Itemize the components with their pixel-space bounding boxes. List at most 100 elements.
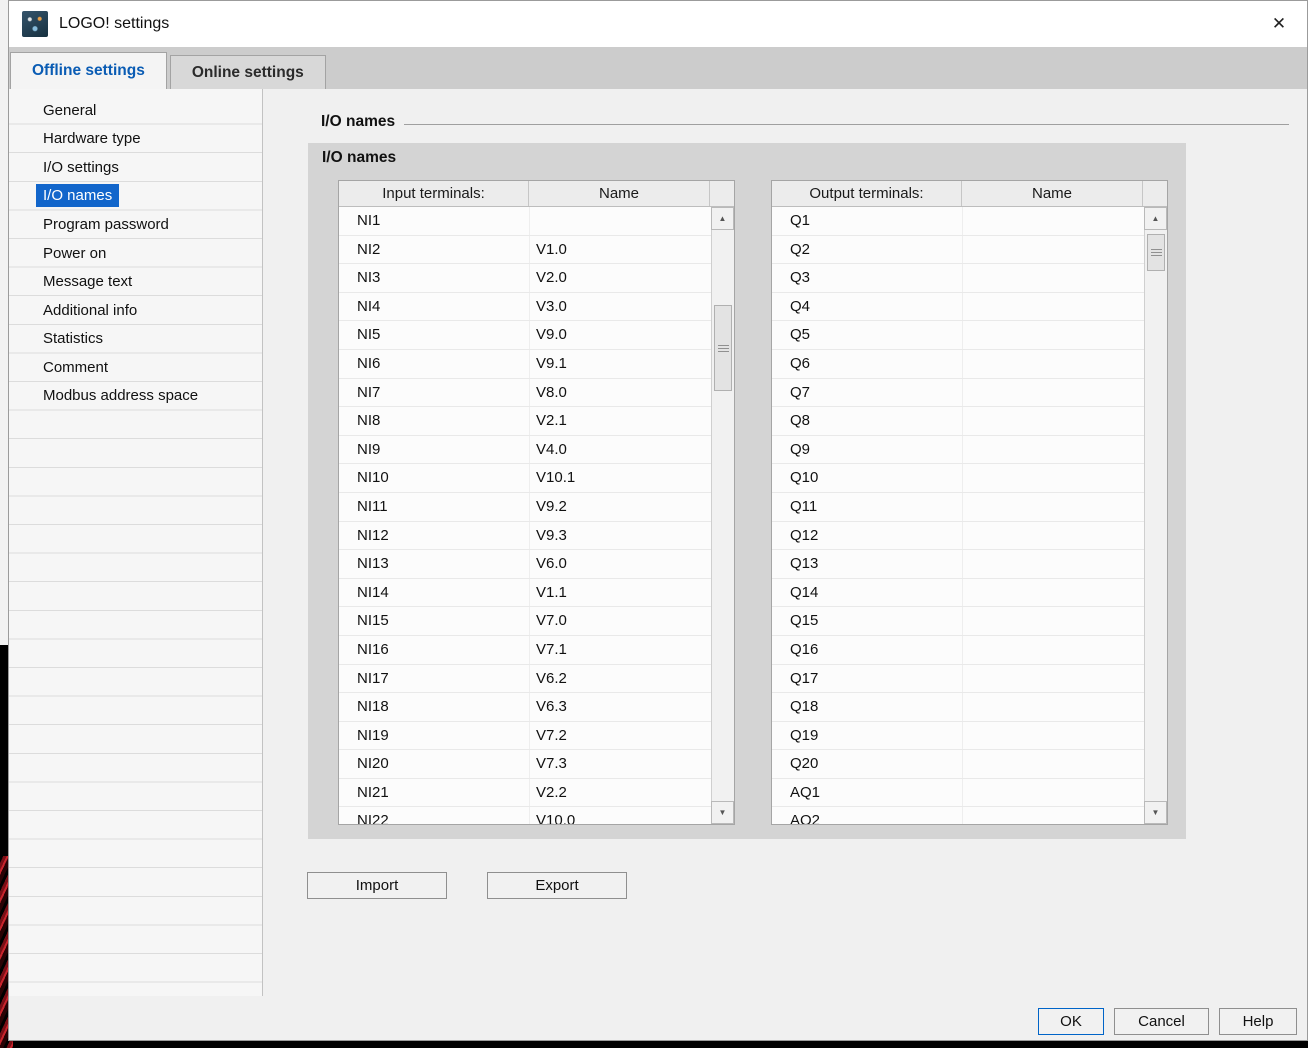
terminal-cell[interactable]: Q3 [772,264,962,292]
sidebar-item-program-password[interactable]: Program password [9,210,262,239]
name-cell[interactable] [962,636,1144,664]
name-cell[interactable]: V2.0 [529,264,711,292]
terminal-cell[interactable]: NI15 [339,607,529,635]
terminal-cell[interactable]: AQ2 [772,807,962,824]
terminal-cell[interactable]: Q5 [772,321,962,349]
name-cell[interactable]: V9.3 [529,522,711,550]
table-row[interactable]: NI1 [339,207,711,236]
name-cell[interactable]: V9.0 [529,321,711,349]
name-cell[interactable] [962,264,1144,292]
scroll-down-icon[interactable]: ▼ [711,801,734,824]
scroll-up-icon[interactable]: ▲ [711,207,734,230]
terminal-cell[interactable]: NI2 [339,236,529,264]
scroll-up-icon[interactable]: ▲ [1144,207,1167,230]
terminal-cell[interactable]: NI13 [339,550,529,578]
name-cell[interactable]: V8.0 [529,379,711,407]
tab-offline-settings[interactable]: Offline settings [10,52,167,89]
terminal-cell[interactable]: Q13 [772,550,962,578]
terminal-cell[interactable]: NI1 [339,207,529,235]
table-row[interactable]: NI14V1.1 [339,579,711,608]
terminal-cell[interactable]: Q14 [772,579,962,607]
table-row[interactable]: Q6 [772,350,1144,379]
table-row[interactable]: NI16V7.1 [339,636,711,665]
table-row[interactable]: NI21V2.2 [339,779,711,808]
table-row[interactable]: NI19V7.2 [339,722,711,751]
sidebar-item-comment[interactable]: Comment [9,353,262,382]
terminal-cell[interactable]: NI10 [339,464,529,492]
sidebar-item-modbus-address-space[interactable]: Modbus address space [9,382,262,411]
name-cell[interactable]: V9.2 [529,493,711,521]
name-cell[interactable] [962,550,1144,578]
sidebar-item-additional-info[interactable]: Additional info [9,296,262,325]
terminal-cell[interactable]: NI22 [339,807,529,824]
name-cell[interactable]: V2.1 [529,407,711,435]
terminal-cell[interactable]: NI4 [339,293,529,321]
name-cell[interactable]: V7.3 [529,750,711,778]
name-cell[interactable] [962,522,1144,550]
terminal-cell[interactable]: Q15 [772,607,962,635]
name-cell[interactable]: V1.0 [529,236,711,264]
terminal-cell[interactable]: NI5 [339,321,529,349]
name-cell[interactable] [962,293,1144,321]
terminal-cell[interactable]: Q6 [772,350,962,378]
table-row[interactable]: NI6V9.1 [339,350,711,379]
name-cell[interactable]: V6.0 [529,550,711,578]
terminal-cell[interactable]: NI20 [339,750,529,778]
table-row[interactable]: NI12V9.3 [339,522,711,551]
name-cell[interactable]: V2.2 [529,779,711,807]
table-row[interactable]: Q9 [772,436,1144,465]
table-row[interactable]: NI10V10.1 [339,464,711,493]
sidebar-item-general[interactable]: General [9,96,262,125]
table-row[interactable]: AQ2 [772,807,1144,824]
terminal-cell[interactable]: Q19 [772,722,962,750]
name-cell[interactable] [962,464,1144,492]
table-row[interactable]: Q10 [772,464,1144,493]
terminal-cell[interactable]: NI9 [339,436,529,464]
table-row[interactable]: NI11V9.2 [339,493,711,522]
table-row[interactable]: NI13V6.0 [339,550,711,579]
tab-online-settings[interactable]: Online settings [170,55,326,89]
table-row[interactable]: Q11 [772,493,1144,522]
name-cell[interactable] [962,379,1144,407]
table-row[interactable]: Q5 [772,321,1144,350]
table-row[interactable]: AQ1 [772,779,1144,808]
name-cell[interactable] [962,665,1144,693]
sidebar-item-power-on[interactable]: Power on [9,239,262,268]
output-table-scrollbar[interactable]: ▲ ▼ [1144,207,1167,824]
terminal-cell[interactable]: NI8 [339,407,529,435]
name-cell[interactable]: V10.0 [529,807,711,824]
table-row[interactable]: NI15V7.0 [339,607,711,636]
table-row[interactable]: Q7 [772,379,1144,408]
table-row[interactable]: NI20V7.3 [339,750,711,779]
scroll-down-icon[interactable]: ▼ [1144,801,1167,824]
export-button[interactable]: Export [487,872,627,899]
help-button[interactable]: Help [1219,1008,1297,1035]
terminal-cell[interactable]: Q18 [772,693,962,721]
sidebar-item-message-text[interactable]: Message text [9,268,262,297]
ok-button[interactable]: OK [1038,1008,1104,1035]
terminal-cell[interactable]: Q11 [772,493,962,521]
name-cell[interactable] [962,693,1144,721]
terminal-cell[interactable]: NI3 [339,264,529,292]
table-row[interactable]: Q16 [772,636,1144,665]
table-row[interactable]: Q14 [772,579,1144,608]
name-cell[interactable] [962,722,1144,750]
name-cell[interactable]: V7.0 [529,607,711,635]
terminal-cell[interactable]: NI7 [339,379,529,407]
name-cell[interactable] [962,350,1144,378]
name-cell[interactable]: V7.2 [529,722,711,750]
terminal-cell[interactable]: Q16 [772,636,962,664]
name-cell[interactable] [962,807,1144,824]
scrollbar-thumb[interactable] [714,305,732,391]
table-row[interactable]: Q1 [772,207,1144,236]
name-cell[interactable] [962,579,1144,607]
terminal-cell[interactable]: Q20 [772,750,962,778]
table-row[interactable]: NI8V2.1 [339,407,711,436]
cancel-button[interactable]: Cancel [1114,1008,1209,1035]
terminal-cell[interactable]: NI21 [339,779,529,807]
name-cell[interactable]: V10.1 [529,464,711,492]
name-cell[interactable] [962,436,1144,464]
terminal-cell[interactable]: Q10 [772,464,962,492]
sidebar-item-i-o-settings[interactable]: I/O settings [9,153,262,182]
terminal-cell[interactable]: Q7 [772,379,962,407]
